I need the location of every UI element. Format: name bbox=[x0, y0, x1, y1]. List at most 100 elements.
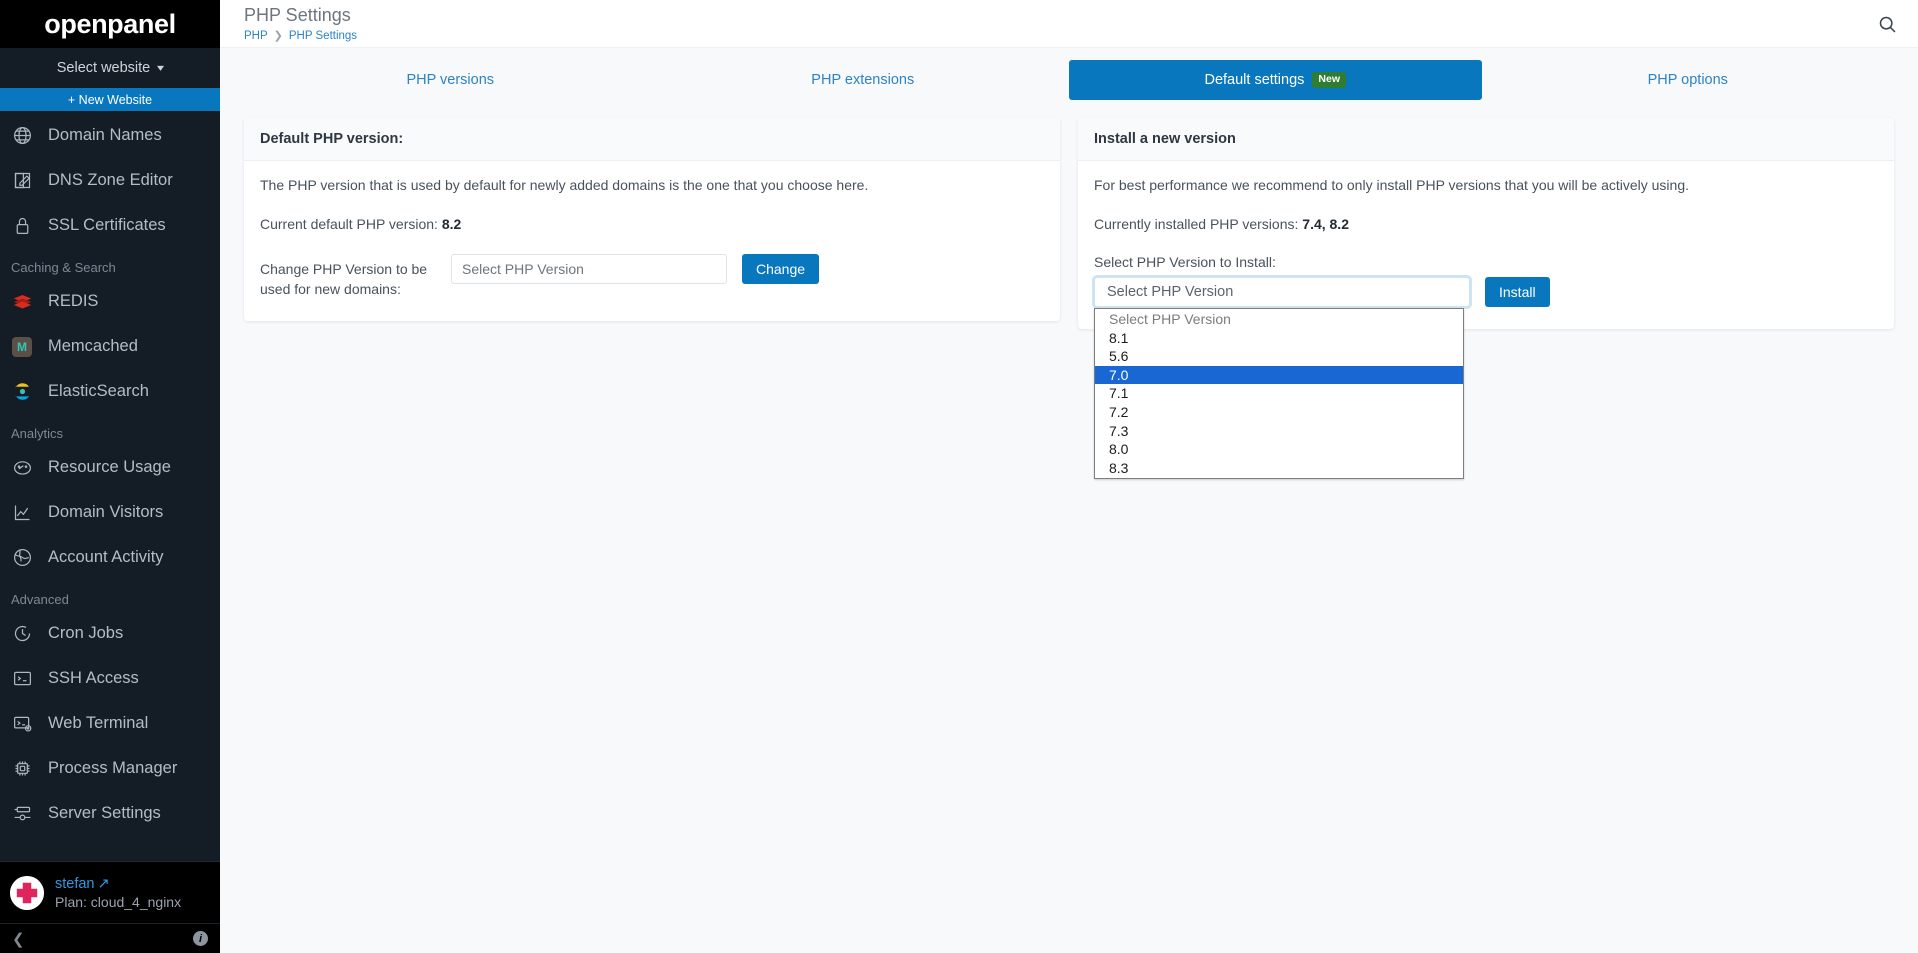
tab-default-settings[interactable]: Default settings New bbox=[1069, 60, 1482, 100]
tab-php-versions[interactable]: PHP versions bbox=[244, 60, 657, 100]
memcached-icon: M bbox=[9, 334, 35, 360]
sidebar-item-memcached[interactable]: M Memcached bbox=[0, 324, 220, 369]
search-icon[interactable] bbox=[1877, 14, 1898, 40]
option-8-0[interactable]: 8.0 bbox=[1095, 440, 1463, 459]
breadcrumb-separator: ❯ bbox=[273, 30, 283, 42]
sidebar-item-domain-visitors[interactable]: Domain Visitors bbox=[0, 490, 220, 535]
sidebar-item-label: SSH Access bbox=[48, 669, 139, 687]
brand-logo[interactable]: openpanel bbox=[0, 0, 220, 48]
tab-bar: PHP versions PHP extensions Default sett… bbox=[244, 60, 1894, 100]
tab-label: PHP extensions bbox=[811, 72, 915, 88]
server-settings-icon bbox=[9, 801, 35, 827]
tab-label: PHP options bbox=[1647, 72, 1728, 88]
default-version-description: The PHP version that is used by default … bbox=[260, 177, 869, 193]
tab-php-extensions[interactable]: PHP extensions bbox=[657, 60, 1070, 100]
external-link-icon: ↗ bbox=[97, 875, 110, 892]
install-select-label: Select PHP Version to Install: bbox=[1094, 254, 1276, 270]
sidebar-item-label: Process Manager bbox=[48, 759, 178, 777]
sidebar-item-label: Resource Usage bbox=[48, 458, 171, 476]
sidebar-item-cron-jobs[interactable]: Cron Jobs bbox=[0, 611, 220, 656]
sidebar-item-label: Cron Jobs bbox=[48, 624, 124, 642]
card-title: Default PHP version: bbox=[244, 118, 1060, 161]
cpu-icon bbox=[9, 756, 35, 782]
sidebar-nav: Domain Names DNS Zone Editor SSL Certifi… bbox=[0, 111, 220, 861]
sidebar-item-label: Account Activity bbox=[48, 548, 164, 566]
current-default-version-label: Current default PHP version: bbox=[260, 216, 438, 232]
new-website-button[interactable]: + New Website bbox=[0, 88, 220, 111]
option-8-3[interactable]: 8.3 bbox=[1095, 459, 1463, 478]
lock-icon bbox=[9, 213, 35, 239]
user-name-link[interactable]: stefan ↗ bbox=[55, 876, 181, 892]
current-default-version-value: 8.2 bbox=[441, 216, 462, 232]
sidebar-item-label: Domain Visitors bbox=[48, 503, 164, 521]
card-body: For best performance we recommend to onl… bbox=[1078, 161, 1894, 480]
sidebar-item-label: REDIS bbox=[48, 292, 99, 310]
topbar: PHP Settings PHP ❯ PHP Settings bbox=[220, 0, 1918, 48]
install-new-version-card: Install a new version For best performan… bbox=[1078, 118, 1894, 480]
sidebar-item-web-terminal[interactable]: Web Terminal bbox=[0, 701, 220, 746]
sidebar-item-server-settings[interactable]: Server Settings bbox=[0, 791, 220, 836]
user-box[interactable]: stefan ↗ Plan: cloud_4_nginx bbox=[0, 861, 220, 923]
tab-php-options[interactable]: PHP options bbox=[1482, 60, 1895, 100]
tab-label: PHP versions bbox=[406, 72, 495, 88]
option-5-6[interactable]: 5.6 bbox=[1095, 347, 1463, 366]
card-body: The PHP version that is used by default … bbox=[244, 161, 1060, 321]
panels: Default PHP version: The PHP version tha… bbox=[220, 100, 1918, 480]
sidebar-item-elasticsearch[interactable]: ElasticSearch bbox=[0, 369, 220, 414]
option-8-1[interactable]: 8.1 bbox=[1095, 329, 1463, 348]
status-badge: New bbox=[1312, 72, 1347, 88]
sidebar-item-process-manager[interactable]: Process Manager bbox=[0, 746, 220, 791]
sidebar-item-ssl-certificates[interactable]: SSL Certificates bbox=[0, 203, 220, 248]
redis-icon bbox=[9, 289, 35, 315]
sidebar-item-resource-usage[interactable]: Resource Usage bbox=[0, 445, 220, 490]
website-selector[interactable]: Select website ▾ bbox=[0, 48, 220, 88]
option-7-1[interactable]: 7.1 bbox=[1095, 384, 1463, 403]
sidebar-item-ssh-access[interactable]: SSH Access bbox=[0, 656, 220, 701]
elasticsearch-icon bbox=[9, 379, 35, 405]
sidebar-group-caching-search: Caching & Search bbox=[11, 260, 116, 275]
change-button[interactable]: Change bbox=[742, 254, 820, 284]
app-root: openpanel Select website ▾ + New Website… bbox=[0, 0, 1918, 953]
avatar bbox=[10, 875, 44, 910]
default-version-select[interactable]: Select PHP Version bbox=[451, 254, 727, 284]
sidebar-item-label: DNS Zone Editor bbox=[48, 171, 173, 189]
option-7-3[interactable]: 7.3 bbox=[1095, 422, 1463, 441]
sidebar-item-label: Memcached bbox=[48, 337, 138, 355]
user-name-text: stefan bbox=[55, 875, 95, 892]
info-icon[interactable]: i bbox=[193, 931, 208, 946]
change-version-row: Change PHP Version to be used for new do… bbox=[260, 254, 1044, 299]
option-7-0[interactable]: 7.0 bbox=[1095, 365, 1463, 385]
clock-icon bbox=[9, 621, 35, 647]
main-content: PHP Settings PHP ❯ PHP Settings PHP vers… bbox=[220, 0, 1918, 953]
breadcrumb-item-php[interactable]: PHP bbox=[244, 30, 268, 42]
web-terminal-icon bbox=[9, 711, 35, 737]
sidebar-item-redis[interactable]: REDIS bbox=[0, 279, 220, 324]
installed-versions-value: 7.4, 8.2 bbox=[1302, 216, 1349, 232]
brand-text: openpanel bbox=[44, 8, 176, 39]
default-version-select-value: Select PHP Version bbox=[462, 261, 584, 277]
install-button[interactable]: Install bbox=[1485, 277, 1550, 307]
collapse-sidebar-icon[interactable]: ❮ bbox=[12, 930, 25, 948]
line-chart-icon bbox=[9, 500, 35, 526]
breadcrumb-item-php-settings[interactable]: PHP Settings bbox=[289, 30, 357, 42]
installed-versions: Currently installed PHP versions: 7.4, 8… bbox=[1094, 216, 1878, 232]
sidebar-item-label: Web Terminal bbox=[48, 714, 149, 732]
new-website-label: + New Website bbox=[67, 92, 153, 107]
sidebar-item-domain-names[interactable]: Domain Names bbox=[0, 113, 220, 158]
sidebar-item-label: Server Settings bbox=[48, 804, 161, 822]
edit-square-icon bbox=[9, 168, 35, 194]
option-7-2[interactable]: 7.2 bbox=[1095, 403, 1463, 422]
option-placeholder[interactable]: Select PHP Version bbox=[1095, 310, 1463, 329]
sidebar-item-label: Domain Names bbox=[48, 126, 162, 144]
gauge-icon bbox=[9, 455, 35, 481]
sidebar-item-account-activity[interactable]: Account Activity bbox=[0, 535, 220, 580]
sidebar-item-label: SSL Certificates bbox=[48, 216, 166, 234]
tab-label: Default settings bbox=[1204, 72, 1305, 88]
sidebar: openpanel Select website ▾ + New Website… bbox=[0, 0, 220, 953]
default-php-version-card: Default PHP version: The PHP version tha… bbox=[244, 118, 1060, 321]
install-version-select[interactable]: Select PHP Version bbox=[1092, 275, 1472, 309]
install-version-select-value: Select PHP Version bbox=[1107, 284, 1234, 300]
chevron-down-icon: ▾ bbox=[157, 62, 165, 74]
topbar-left: PHP Settings PHP ❯ PHP Settings bbox=[244, 4, 357, 42]
sidebar-item-dns-zone-editor[interactable]: DNS Zone Editor bbox=[0, 158, 220, 203]
